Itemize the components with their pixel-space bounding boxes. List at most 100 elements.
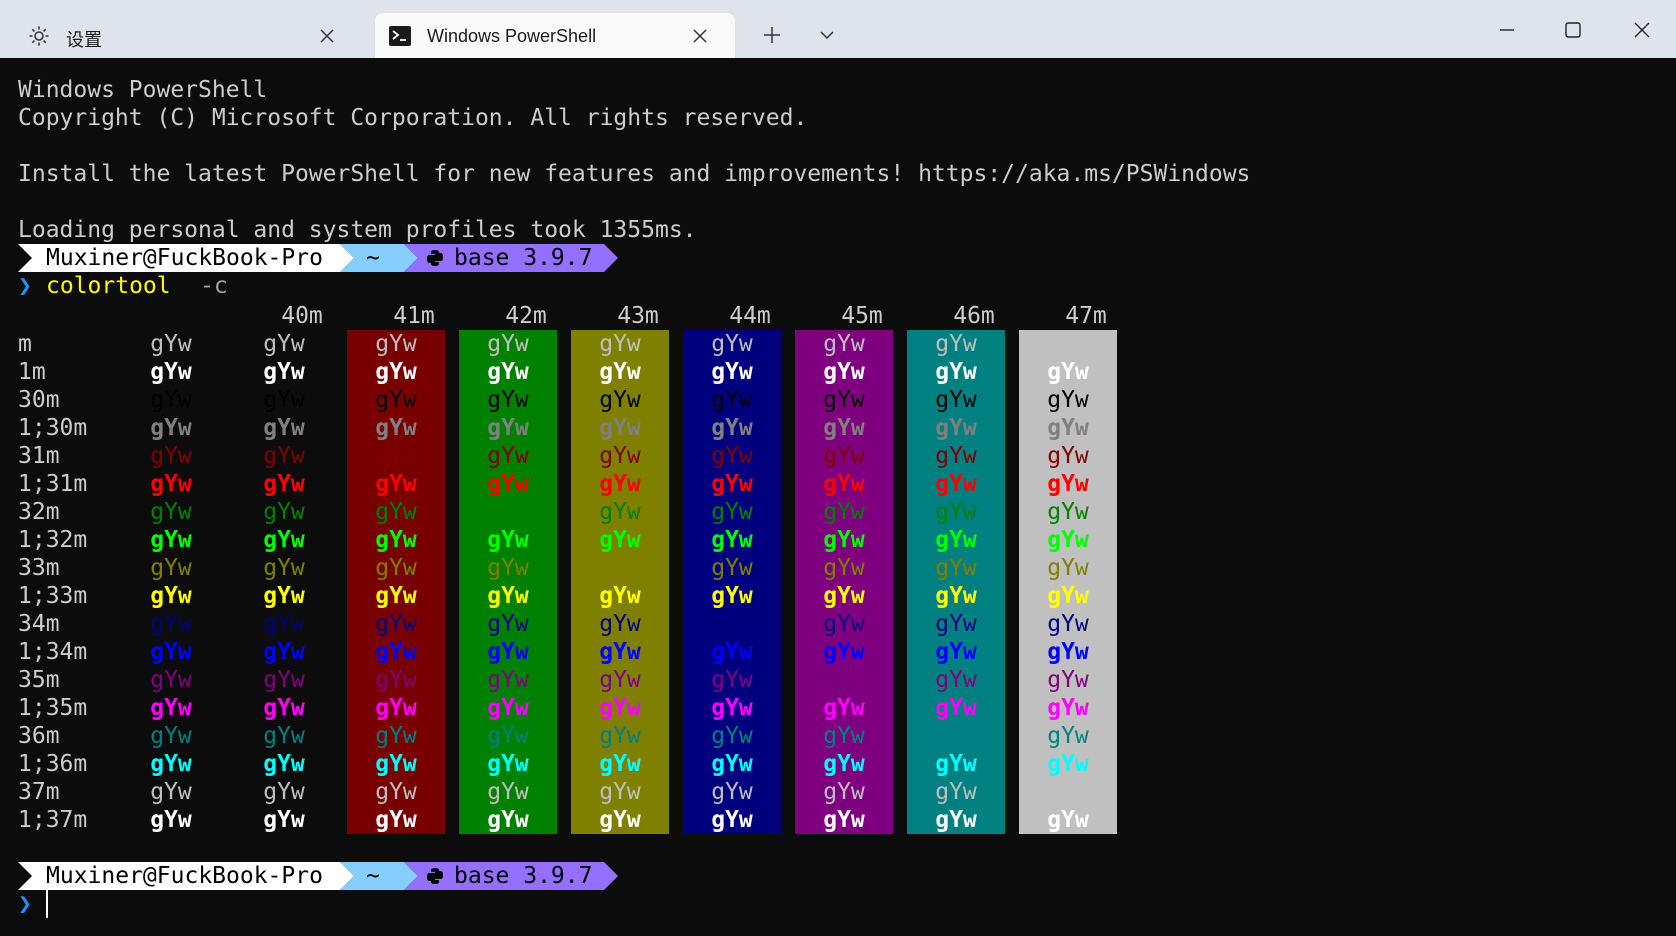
color-sample-cell: gYw	[1047, 499, 1089, 525]
color-sample-cell: gYw	[1047, 751, 1089, 777]
close-icon	[1634, 22, 1650, 38]
color-sample-cell: gYw	[599, 639, 641, 665]
row-label: 1m	[18, 359, 46, 385]
color-sample-cell: gYw	[1047, 387, 1089, 413]
color-sample-cell: gYw	[375, 499, 417, 525]
close-tab-icon[interactable]	[689, 25, 711, 47]
close-window-button[interactable]	[1622, 14, 1662, 46]
color-sample-cell: gYw	[150, 807, 192, 833]
color-sample-cell: gYw	[935, 415, 977, 441]
color-sample-cell: gYw	[375, 583, 417, 609]
color-sample-cell: gYw	[263, 695, 305, 721]
new-tab-button[interactable]	[757, 20, 787, 50]
color-sample-cell: gYw	[711, 611, 753, 637]
color-sample-cell: gYw	[711, 751, 753, 777]
tab-dropdown-button[interactable]	[812, 20, 842, 50]
color-sample-cell: gYw	[823, 555, 865, 581]
color-sample-cell: gYw	[599, 555, 641, 581]
prompt-env: base 3.9.7	[454, 863, 593, 889]
color-sample-cell: gYw	[711, 807, 753, 833]
color-sample-cell: gYw	[487, 583, 529, 609]
color-sample-cell: gYw	[1047, 443, 1089, 469]
color-sample-cell: gYw	[599, 723, 641, 749]
color-sample-cell: gYw	[150, 583, 192, 609]
color-sample-cell: gYw	[823, 443, 865, 469]
color-sample-cell: gYw	[823, 583, 865, 609]
color-sample-cell: gYw	[599, 471, 641, 497]
row-label: 1;35m	[18, 695, 88, 721]
tab-label: Windows PowerShell	[427, 26, 597, 46]
color-sample-cell: gYw	[263, 359, 305, 385]
color-sample-cell: gYw	[263, 779, 305, 805]
color-sample-cell: gYw	[150, 695, 192, 721]
color-sample-cell: gYw	[935, 611, 977, 637]
color-sample-cell: gYw	[263, 667, 305, 693]
color-sample-cell: gYw	[263, 583, 305, 609]
color-sample-cell: gYw	[150, 555, 192, 581]
python-icon	[426, 249, 444, 267]
color-sample-cell: gYw	[823, 751, 865, 777]
gear-icon	[28, 25, 50, 47]
output-line: Windows PowerShell	[18, 77, 268, 103]
color-sample-cell: gYw	[150, 415, 192, 441]
prompt-arrow: ❯	[18, 891, 32, 917]
output-line: Loading personal and system profiles too…	[18, 217, 697, 243]
color-sample-cell: gYw	[599, 751, 641, 777]
color-sample-cell: gYw	[1047, 695, 1089, 721]
color-sample-cell: gYw	[487, 527, 529, 553]
column-header: 44m	[729, 303, 771, 329]
prompt-dir: ~	[366, 245, 380, 271]
color-sample-cell: gYw	[150, 499, 192, 525]
tab-settings[interactable]: 设置	[0, 13, 362, 58]
color-sample-cell: gYw	[711, 695, 753, 721]
maximize-button[interactable]	[1553, 14, 1593, 46]
color-sample-cell: gYw	[150, 611, 192, 637]
color-sample-cell: gYw	[711, 583, 753, 609]
color-sample-cell: gYw	[1047, 555, 1089, 581]
color-sample-cell: gYw	[375, 331, 417, 357]
color-sample-cell: gYw	[150, 443, 192, 469]
color-sample-cell: gYw	[599, 387, 641, 413]
color-sample-cell: gYw	[1047, 527, 1089, 553]
column-header: 47m	[1065, 303, 1107, 329]
color-sample-cell: gYw	[599, 695, 641, 721]
color-sample-cell: gYw	[487, 499, 529, 525]
row-label: 35m	[18, 667, 60, 693]
plus-icon	[764, 27, 780, 43]
color-sample-cell: gYw	[375, 415, 417, 441]
color-sample-cell: gYw	[1047, 583, 1089, 609]
text-cursor	[46, 890, 48, 918]
color-sample-cell: gYw	[263, 331, 305, 357]
row-label: 32m	[18, 499, 60, 525]
color-sample-cell: gYw	[599, 443, 641, 469]
color-sample-cell: gYw	[599, 583, 641, 609]
prompt-user-host: Muxiner@FuckBook-Pro	[46, 863, 323, 889]
close-tab-icon[interactable]	[316, 25, 338, 47]
row-label: 36m	[18, 723, 60, 749]
color-sample-cell: gYw	[375, 751, 417, 777]
prompt-env: base 3.9.7	[454, 245, 593, 271]
terminal-pane[interactable]: Windows PowerShell Copyright (C) Microso…	[0, 58, 1676, 936]
color-sample-cell: gYw	[935, 779, 977, 805]
color-sample-cell: gYw	[150, 387, 192, 413]
color-sample-cell: gYw	[150, 667, 192, 693]
color-sample-cell: gYw	[1047, 807, 1089, 833]
color-sample-cell: gYw	[375, 387, 417, 413]
minimize-button[interactable]	[1487, 14, 1527, 46]
chevron-down-icon	[820, 31, 834, 40]
color-sample-cell: gYw	[263, 639, 305, 665]
tab-windows-powershell[interactable]: Windows PowerShell	[375, 13, 735, 58]
row-label: 31m	[18, 443, 60, 469]
row-label: 34m	[18, 611, 60, 637]
row-label: 1;36m	[18, 751, 88, 777]
prompt-arrow: ❯	[18, 273, 32, 299]
color-sample-cell: gYw	[935, 751, 977, 777]
column-header: 41m	[393, 303, 435, 329]
color-sample-cell: gYw	[263, 611, 305, 637]
color-sample-cell: gYw	[823, 639, 865, 665]
color-sample-cell: gYw	[711, 527, 753, 553]
color-sample-cell: gYw	[375, 611, 417, 637]
python-icon	[426, 867, 444, 885]
color-sample-cell: gYw	[935, 471, 977, 497]
color-sample-cell: gYw	[375, 555, 417, 581]
